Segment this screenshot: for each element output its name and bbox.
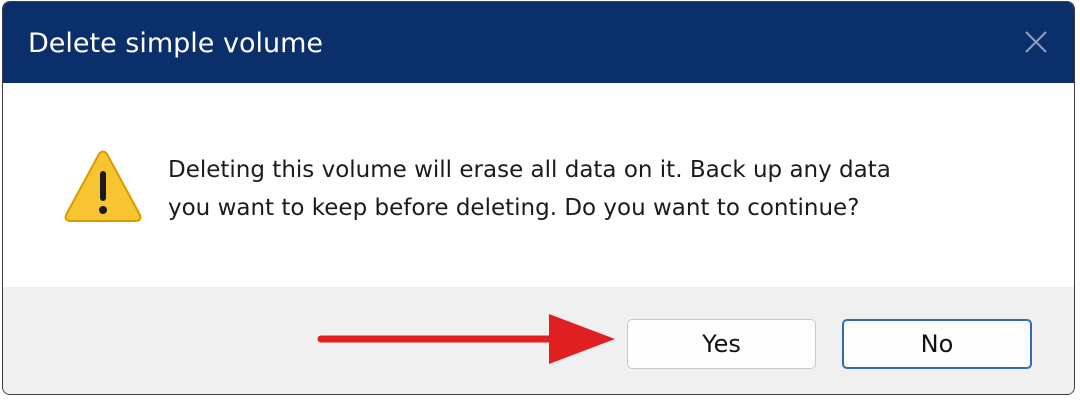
warning-icon (64, 150, 142, 222)
no-button[interactable]: No (842, 319, 1032, 369)
message-line: Deleting this volume will erase all data… (168, 157, 891, 183)
close-icon[interactable] (1020, 26, 1052, 58)
message-line: you want to keep before deleting. Do you… (168, 195, 860, 221)
dialog-title: Delete simple volume (28, 28, 324, 59)
dialog-footer: Yes No (3, 287, 1074, 394)
delete-volume-dialog: Delete simple volume Deleting this volum… (2, 1, 1075, 395)
red-arrow-annotation (317, 314, 615, 364)
title-bar: Delete simple volume (3, 2, 1074, 83)
dialog-message: Deleting this volume will erase all data… (168, 151, 1038, 227)
yes-button[interactable]: Yes (627, 319, 816, 369)
dialog-body: Deleting this volume will erase all data… (3, 83, 1074, 287)
